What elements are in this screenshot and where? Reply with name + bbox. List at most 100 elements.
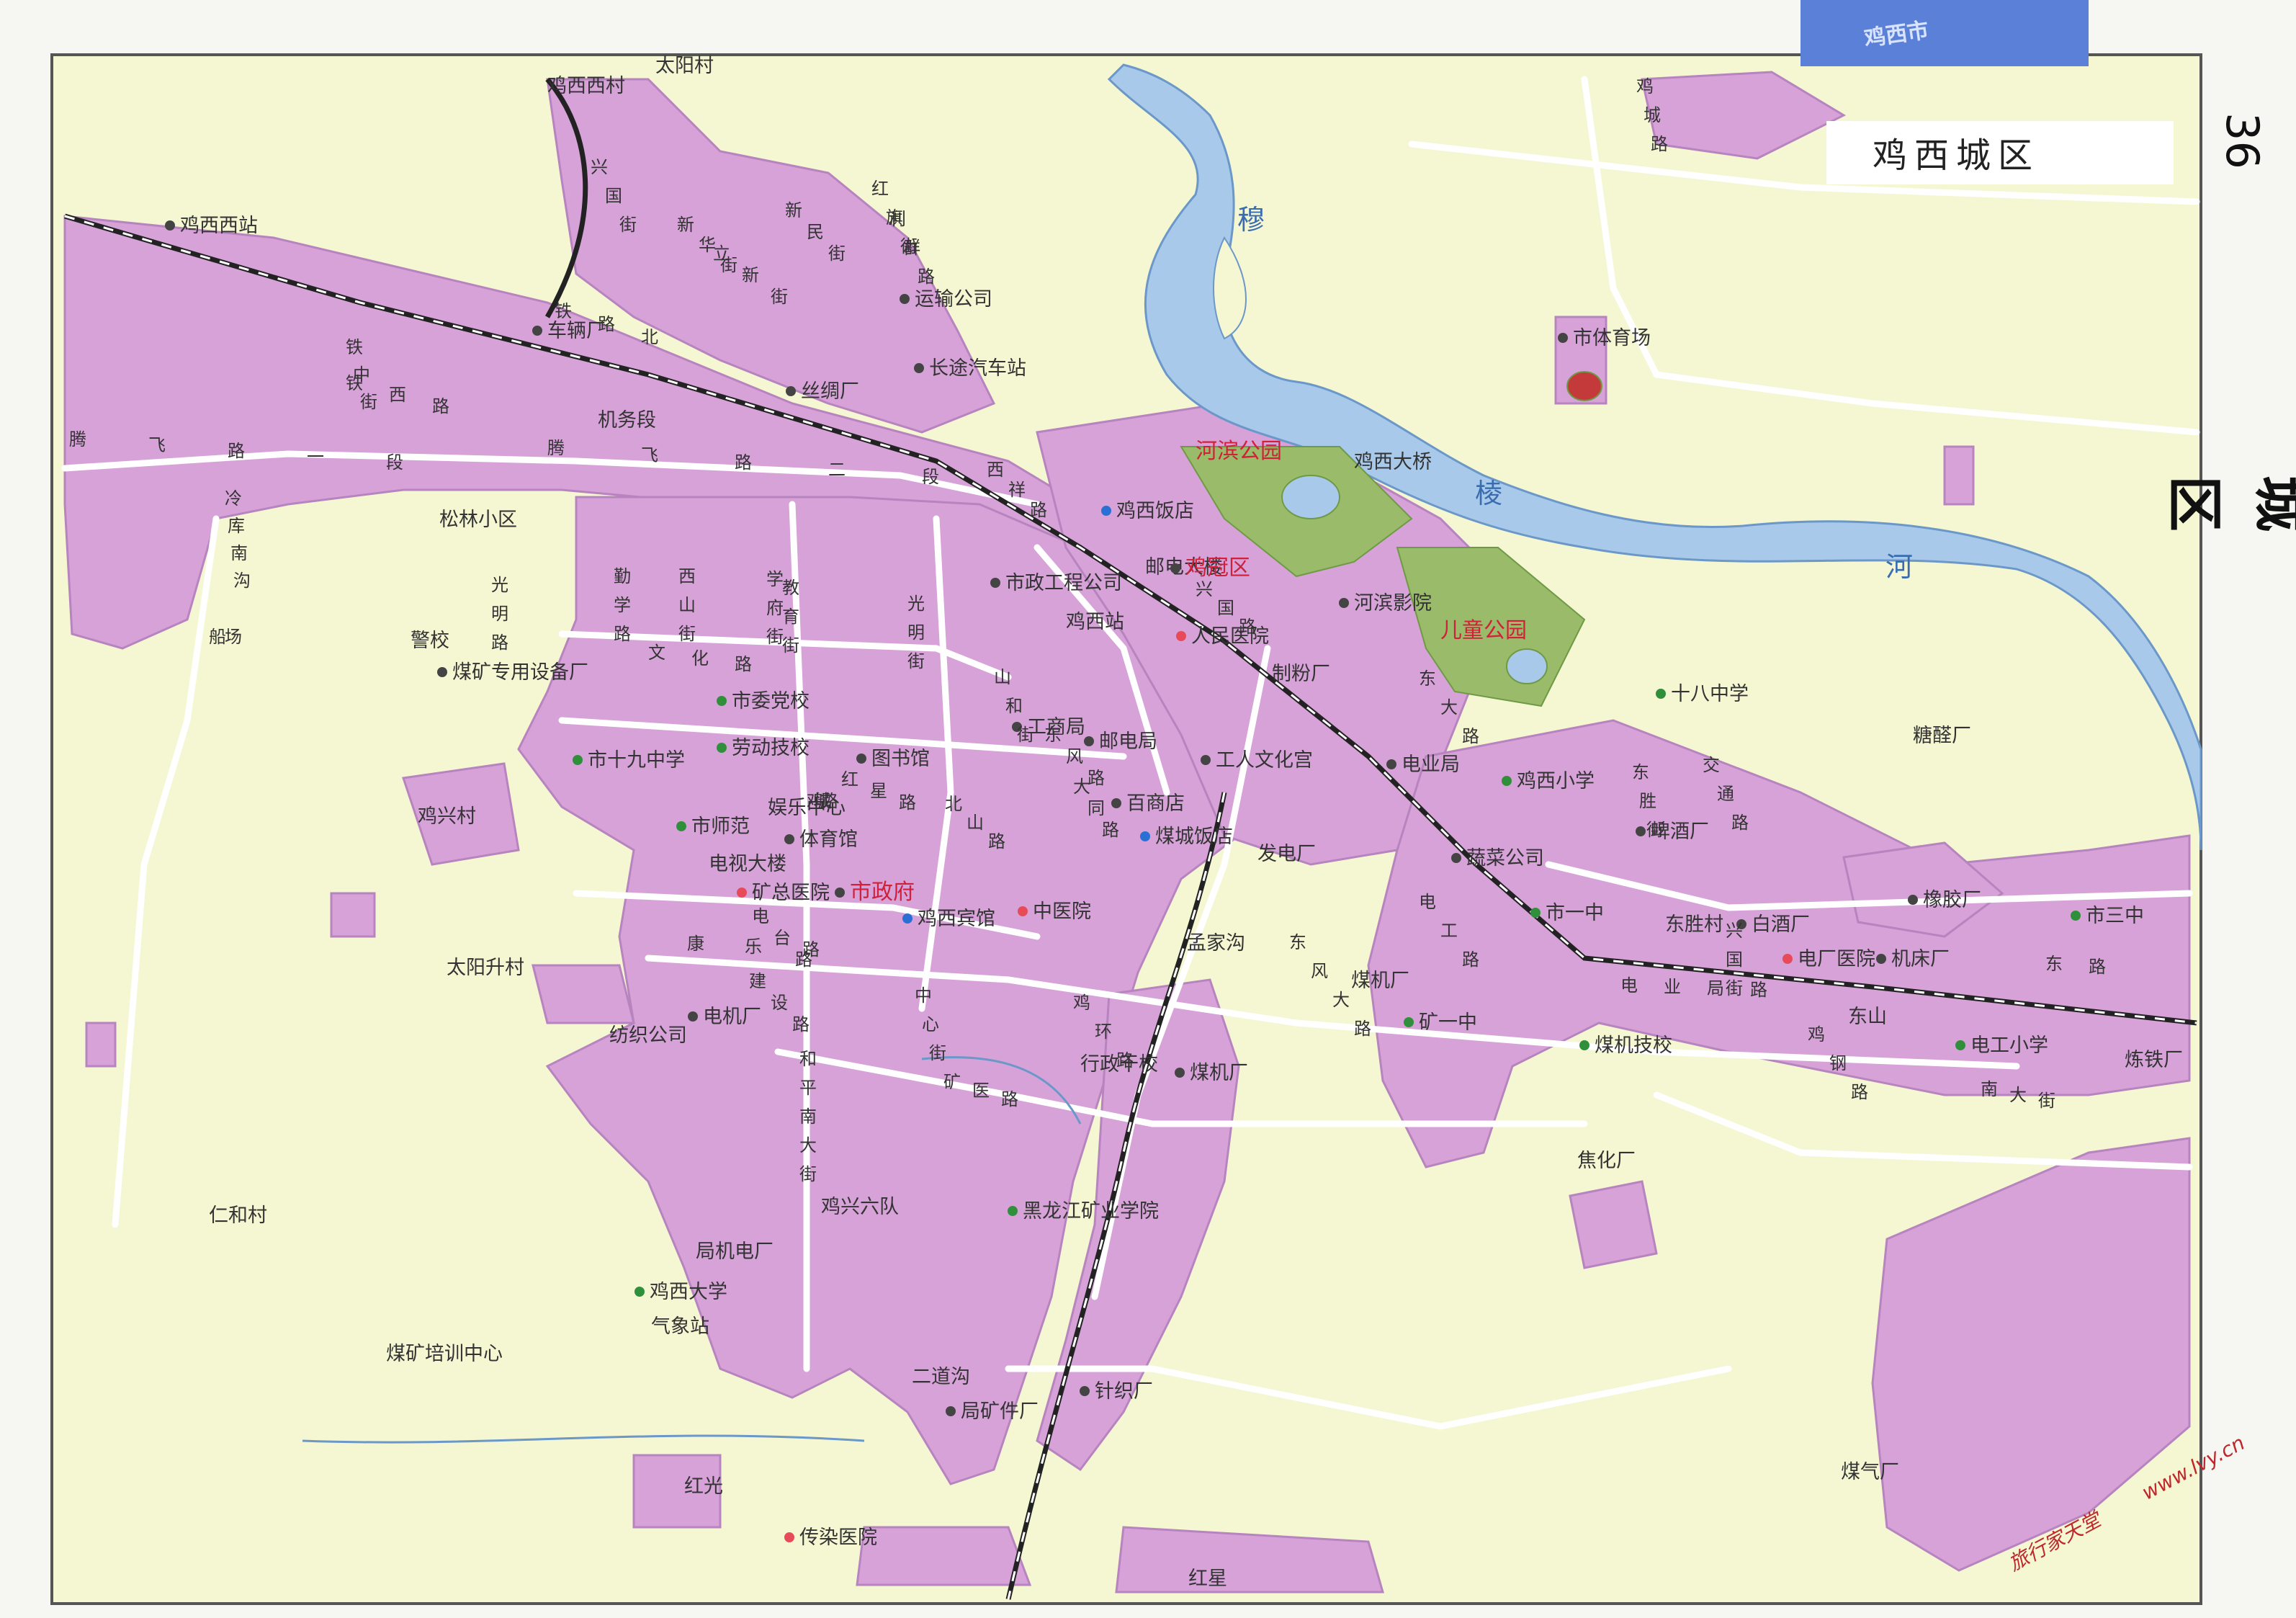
place-label[interactable]: 劳动技校 xyxy=(732,737,810,759)
place-label[interactable]: 糖醛厂 xyxy=(1913,725,1971,747)
place-label[interactable]: 机务段 xyxy=(598,409,656,432)
place-label[interactable]: 传染医院 xyxy=(799,1527,877,1549)
place-label[interactable]: 机床厂 xyxy=(1891,948,1950,970)
place-label[interactable]: 红星 xyxy=(1188,1568,1227,1590)
place-label[interactable]: 鸡西大学 xyxy=(650,1281,727,1303)
place-label[interactable]: 市十九中学 xyxy=(588,749,685,772)
place-label[interactable]: 炼铁厂 xyxy=(2125,1049,2183,1071)
street-label: 街 xyxy=(828,243,846,264)
place-label[interactable]: 河滨影院 xyxy=(1354,592,1432,614)
street-label: 南 xyxy=(1981,1079,1998,1099)
street-label: 路 xyxy=(2089,957,2106,977)
place-label[interactable]: 松林小区 xyxy=(439,509,517,531)
place-label[interactable]: 体育馆 xyxy=(799,828,858,851)
street-label: 街 xyxy=(782,635,799,656)
street-label: 铁 xyxy=(346,337,363,357)
place-label[interactable]: 煤城饭店 xyxy=(1155,826,1233,848)
street-label: 路 xyxy=(1731,813,1749,833)
place-label[interactable]: 煤机技校 xyxy=(1595,1034,1672,1057)
place-label[interactable]: 电厂医院 xyxy=(1798,948,1875,970)
place-label[interactable]: 蔬菜公司 xyxy=(1466,847,1544,870)
place-label[interactable]: 鸡兴六队 xyxy=(821,1196,899,1218)
place-label[interactable]: 孟家沟 xyxy=(1187,932,1245,955)
place-label[interactable]: 百商店 xyxy=(1126,792,1185,815)
street-label: 山 xyxy=(994,667,1011,687)
place-label[interactable]: 黑龙江矿业学院 xyxy=(1023,1200,1159,1223)
place-label[interactable]: 鸡西小学 xyxy=(1517,770,1595,792)
place-label[interactable]: 电业局 xyxy=(1402,754,1460,776)
place-label[interactable]: 橡胶厂 xyxy=(1923,889,1981,911)
place-label[interactable]: 图书馆 xyxy=(871,748,930,770)
place-label[interactable]: 市师范 xyxy=(691,815,750,838)
place-label[interactable]: 鸡西西站 xyxy=(180,215,258,237)
place-label[interactable]: 制粉厂 xyxy=(1272,663,1330,685)
place-label[interactable]: 煤机厂 xyxy=(1351,970,1409,992)
place-label[interactable]: 鸡西西村 xyxy=(547,75,625,97)
city-map[interactable]: 鸡西西站鸡西西村车辆厂丝绸厂运输公司长途汽车站机务段松林小区市体育场河滨公园 鸡西… xyxy=(0,0,2296,1618)
place-label[interactable]: 煤矿培训中心 xyxy=(386,1343,503,1365)
place-label[interactable]: 煤机厂 xyxy=(1190,1062,1248,1084)
street-label: 星 xyxy=(870,781,887,801)
place-label[interactable]: 白酒厂 xyxy=(1752,913,1810,936)
school-icon xyxy=(2071,911,2081,921)
place-label[interactable]: 鸡西饭店 xyxy=(1116,500,1194,522)
place-label[interactable]: 煤矿专用设备厂 xyxy=(452,661,588,684)
place-label[interactable]: 矿一中 xyxy=(1419,1011,1477,1034)
place-label[interactable]: 二道沟 xyxy=(912,1366,970,1388)
street-label: 光 xyxy=(907,594,925,614)
place-label[interactable]: 市政工程公司 xyxy=(1005,572,1122,594)
street-label: 矿 xyxy=(943,1072,961,1092)
place-label[interactable]: 东山 xyxy=(1848,1006,1887,1028)
place-label[interactable]: 鸡西大桥 xyxy=(1354,451,1432,473)
place-label[interactable]: 警校 xyxy=(411,630,449,652)
place-label[interactable]: 鸡冠区 xyxy=(1185,555,1250,581)
place-label[interactable]: 东胜村 xyxy=(1665,913,1723,936)
place-label[interactable]: 儿童公园 xyxy=(1440,618,1527,643)
place-label[interactable]: 矿总医院 xyxy=(752,882,830,904)
place-label[interactable]: 针织厂 xyxy=(1095,1380,1153,1403)
place-label[interactable]: 市体育场 xyxy=(1573,327,1651,349)
place-label[interactable]: 车辆厂 xyxy=(547,320,606,342)
place-label[interactable]: 局矿件厂 xyxy=(961,1400,1039,1423)
place-label[interactable]: 市三中 xyxy=(2086,905,2144,927)
place-label[interactable]: 仁和村 xyxy=(209,1204,267,1227)
place-label[interactable]: 鸡西站 xyxy=(1066,611,1124,633)
place-label[interactable]: 人民医院 xyxy=(1191,625,1269,648)
street-label: 山 xyxy=(678,595,696,615)
street-label: 沟 xyxy=(233,571,251,591)
place-label[interactable]: 市一中 xyxy=(1546,902,1604,924)
place-label[interactable]: 焦化厂 xyxy=(1577,1150,1636,1172)
place-label[interactable]: 市委党校 xyxy=(732,690,810,712)
place-label[interactable]: 丝绸厂 xyxy=(801,380,859,403)
place-label[interactable]: 电视大楼 xyxy=(709,853,786,875)
place-label[interactable]: 中医院 xyxy=(1033,900,1091,923)
place-label[interactable]: 红光 xyxy=(684,1475,723,1498)
street-label: 兴 xyxy=(1196,579,1213,599)
culture-icon xyxy=(1201,755,1211,765)
place-label[interactable]: 鸡兴村 xyxy=(418,805,476,828)
place-label[interactable]: 纺织公司 xyxy=(609,1024,687,1047)
street-label: 教 xyxy=(782,578,799,598)
street-label: 中 xyxy=(353,365,370,385)
street-label: 大 xyxy=(1332,990,1350,1010)
place-label[interactable]: 十八中学 xyxy=(1671,683,1749,705)
place-label[interactable]: 工人文化宫 xyxy=(1216,749,1313,772)
place-label[interactable]: 长途汽车站 xyxy=(929,357,1026,380)
place-label[interactable]: 煤气厂 xyxy=(1841,1461,1899,1483)
station-icon xyxy=(165,220,175,231)
place-label[interactable]: 运输公司 xyxy=(915,288,992,310)
place-label[interactable]: 河滨公园 xyxy=(1196,439,1282,464)
place-label[interactable]: 邮电局 xyxy=(1099,730,1157,753)
place-label[interactable]: 电工小学 xyxy=(1970,1034,2048,1057)
place-label[interactable]: 太阳升村 xyxy=(447,957,524,979)
place-label[interactable]: 发电厂 xyxy=(1257,843,1316,865)
street-label: 学 xyxy=(614,595,631,615)
place-label[interactable]: 鸡西宾馆 xyxy=(918,908,995,930)
place-label[interactable]: 气象站 xyxy=(651,1315,709,1338)
street-label: 路 xyxy=(1462,949,1479,970)
place-label[interactable]: 电机厂 xyxy=(703,1006,761,1028)
place-label[interactable]: 太阳村 xyxy=(655,55,714,77)
place-label[interactable]: 局机电厂 xyxy=(696,1241,773,1263)
place-label[interactable]: 市政府 xyxy=(850,880,915,905)
street-label: 南 xyxy=(230,543,248,563)
